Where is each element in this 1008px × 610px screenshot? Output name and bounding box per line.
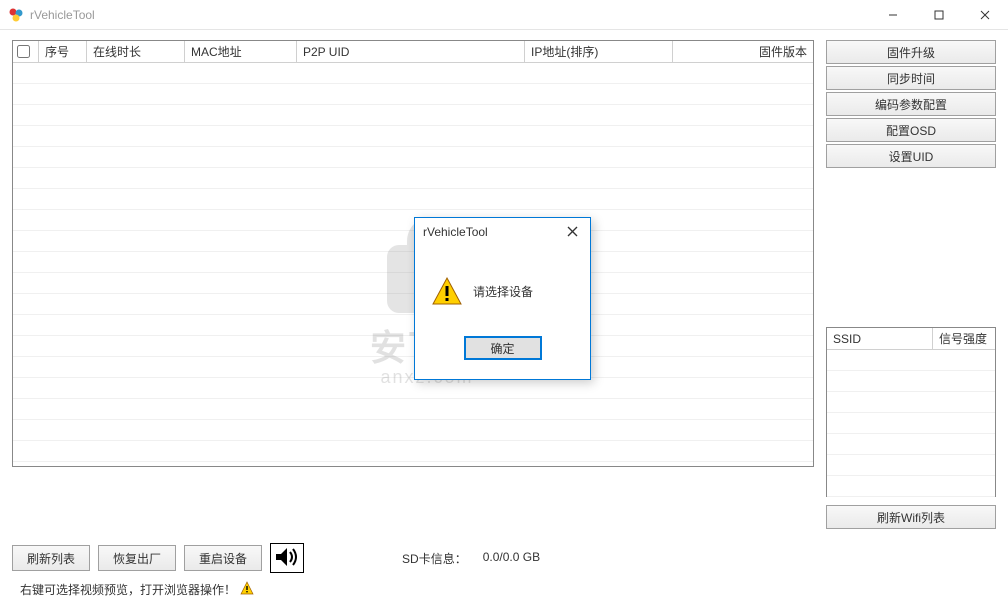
table-row[interactable] (13, 357, 813, 378)
speaker-button[interactable] (270, 543, 304, 573)
wifi-row[interactable] (827, 350, 995, 371)
device-table[interactable]: 序号 在线时长 MAC地址 P2P UID IP地址(排序) 固件版本 (12, 40, 814, 467)
table-row[interactable] (13, 273, 813, 294)
table-row[interactable] (13, 105, 813, 126)
table-row[interactable] (13, 315, 813, 336)
sd-info: SD卡信息： 0.0/0.0 GB (402, 550, 540, 567)
select-all-header[interactable] (13, 41, 39, 63)
dialog-title: rVehicleTool (423, 225, 562, 239)
col-fw[interactable]: 固件版本 (673, 41, 813, 63)
maximize-button[interactable] (916, 0, 962, 30)
select-all-checkbox[interactable] (17, 45, 30, 58)
warning-icon (240, 581, 254, 598)
dialog-close-button[interactable] (562, 224, 582, 240)
table-row[interactable] (13, 420, 813, 441)
bottom-toolbar: 刷新列表 恢复出厂 重启设备 SD卡信息： 0.0/0.0 GB (0, 535, 1008, 577)
col-mac[interactable]: MAC地址 (185, 41, 297, 63)
table-row[interactable] (13, 63, 813, 84)
dialog-titlebar[interactable]: rVehicleTool (415, 218, 590, 246)
table-row[interactable] (13, 399, 813, 420)
table-row[interactable] (13, 378, 813, 399)
col-signal[interactable]: 信号强度 (933, 328, 995, 350)
encode-cfg-button[interactable]: 编码参数配置 (826, 92, 996, 116)
wifi-row[interactable] (827, 434, 995, 455)
wifi-row[interactable] (827, 476, 995, 497)
window-title: rVehicleTool (30, 8, 870, 22)
col-online[interactable]: 在线时长 (87, 41, 185, 63)
table-row[interactable] (13, 210, 813, 231)
wifi-row[interactable] (827, 413, 995, 434)
hint-bar: 右键可选择视频预览，打开浏览器操作！ (0, 577, 1008, 606)
col-p2p[interactable]: P2P UID (297, 41, 525, 63)
sd-label: SD卡信息： (402, 550, 467, 567)
wifi-row[interactable] (827, 371, 995, 392)
refresh-wifi-button[interactable]: 刷新Wifi列表 (826, 505, 996, 529)
minimize-button[interactable] (870, 0, 916, 30)
table-row[interactable] (13, 84, 813, 105)
table-body (13, 63, 813, 462)
table-row[interactable] (13, 252, 813, 273)
alert-dialog: rVehicleTool 请选择设备 确定 (414, 217, 591, 380)
table-row[interactable] (13, 147, 813, 168)
table-row[interactable] (13, 168, 813, 189)
wifi-row[interactable] (827, 455, 995, 476)
speaker-icon (274, 546, 300, 571)
osd-cfg-button[interactable]: 配置OSD (826, 118, 996, 142)
table-row[interactable] (13, 126, 813, 147)
refresh-list-button[interactable]: 刷新列表 (12, 545, 90, 571)
wifi-row[interactable] (827, 392, 995, 413)
col-ip[interactable]: IP地址(排序) (525, 41, 673, 63)
table-row[interactable] (13, 189, 813, 210)
dialog-message: 请选择设备 (473, 283, 533, 300)
col-seq[interactable]: 序号 (39, 41, 87, 63)
hint-text: 右键可选择视频预览，打开浏览器操作！ (20, 581, 236, 598)
reboot-button[interactable]: 重启设备 (184, 545, 262, 571)
set-uid-button[interactable]: 设置UID (826, 144, 996, 168)
app-icon (8, 7, 24, 23)
dialog-ok-button[interactable]: 确定 (464, 336, 542, 360)
factory-reset-button[interactable]: 恢复出厂 (98, 545, 176, 571)
table-row[interactable] (13, 231, 813, 252)
table-row[interactable] (13, 294, 813, 315)
table-header-row: 序号 在线时长 MAC地址 P2P UID IP地址(排序) 固件版本 (13, 41, 813, 63)
sync-time-button[interactable]: 同步时间 (826, 66, 996, 90)
col-ssid[interactable]: SSID (827, 328, 933, 350)
close-button[interactable] (962, 0, 1008, 30)
wifi-header-row: SSID 信号强度 (827, 328, 995, 350)
table-row[interactable] (13, 441, 813, 462)
table-row[interactable] (13, 336, 813, 357)
window-titlebar: rVehicleTool (0, 0, 1008, 30)
sd-value: 0.0/0.0 GB (483, 550, 540, 567)
warning-icon (431, 275, 463, 307)
fw-upgrade-button[interactable]: 固件升级 (826, 40, 996, 64)
wifi-table[interactable]: SSID 信号强度 (826, 327, 996, 497)
